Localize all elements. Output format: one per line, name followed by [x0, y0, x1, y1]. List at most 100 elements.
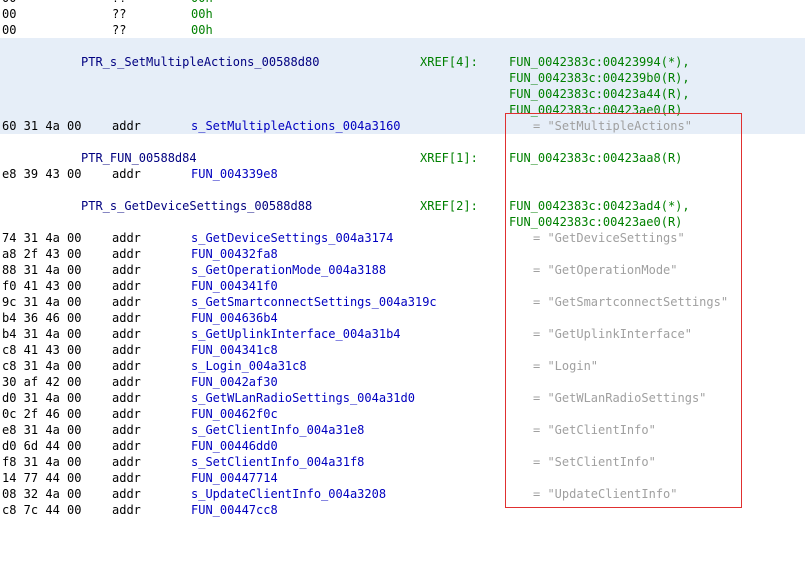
row-operand[interactable]: FUN_004341f0 — [191, 278, 278, 294]
row-bytes: f8 31 4a 00 — [2, 455, 82, 469]
xref-row[interactable]: FUN_0042383c:00423ae0(R) — [0, 214, 805, 230]
row-bytes: c8 31 4a 00 — [2, 359, 82, 373]
row-bytes: f0 41 43 00 — [2, 279, 82, 293]
xref-entry[interactable]: FUN_0042383c:00423a44(R), — [509, 86, 690, 102]
row-operand[interactable]: s_Login_004a31c8 — [191, 358, 307, 374]
xref-entry[interactable]: FUN_0042383c:00423ad4(*), — [509, 198, 690, 214]
row-operand[interactable]: FUN_00447714 — [191, 470, 278, 486]
row-comment: = "SetClientInfo" — [533, 455, 656, 469]
row-operand[interactable]: s_UpdateClientInfo_004a3208 — [191, 486, 386, 502]
listing-row[interactable]: c8 7c 44 00 addr FUN_00447cc8 — [0, 502, 805, 518]
row-bytes: c8 7c 44 00 — [2, 503, 82, 517]
listing-row[interactable]: 88 31 4a 00 addr s_GetOperationMode_004a… — [0, 262, 805, 278]
row-comment: = "Login" — [533, 359, 599, 373]
row-mnemonic: addr — [112, 455, 141, 469]
row-operand[interactable]: s_GetWLanRadioSettings_004a31d0 — [191, 390, 415, 406]
listing-row[interactable]: e8 31 4a 00 addr s_GetClientInfo_004a31e… — [0, 422, 805, 438]
row-mnemonic: ?? — [112, 7, 127, 21]
row-mnemonic: addr — [112, 263, 141, 277]
row-mnemonic: addr — [112, 247, 141, 261]
listing-row[interactable]: a8 2f 43 00 addr FUN_00432fa8 — [0, 246, 805, 262]
row-bytes: e8 39 43 00 — [2, 167, 82, 181]
row-mnemonic: addr — [112, 359, 141, 373]
row-mnemonic: addr — [112, 279, 141, 293]
listing-row[interactable]: 00 ?? 00h — [0, 6, 805, 22]
label-name[interactable]: PTR_s_GetDeviceSettings_00588d88 — [81, 198, 312, 214]
row-mnemonic: addr — [112, 343, 141, 357]
row-operand[interactable]: s_SetClientInfo_004a31f8 — [191, 454, 364, 470]
row-mnemonic: addr — [112, 327, 141, 341]
listing-row[interactable]: 30 af 42 00 addr FUN_0042af30 — [0, 374, 805, 390]
row-mnemonic: addr — [112, 487, 141, 501]
row-operand[interactable]: s_GetClientInfo_004a31e8 — [191, 422, 364, 438]
row-operand[interactable]: FUN_00462f0c — [191, 406, 278, 422]
listing-row[interactable]: c8 31 4a 00 addr s_Login_004a31c8 = "Log… — [0, 358, 805, 374]
row-operand[interactable]: FUN_00446dd0 — [191, 438, 278, 454]
listing-row[interactable]: 00 ?? 00h — [0, 22, 805, 38]
listing-row[interactable]: f0 41 43 00 addr FUN_004341f0 — [0, 278, 805, 294]
row-bytes: 14 77 44 00 — [2, 471, 82, 485]
row-comment: = "GetUplinkInterface" — [533, 327, 692, 341]
row-bytes: 0c 2f 46 00 — [2, 407, 82, 421]
row-comment: = "GetClientInfo" — [533, 423, 656, 437]
xref-entry[interactable]: FUN_0042383c:00423ae0(R) — [509, 214, 682, 230]
row-operand[interactable]: FUN_004341c8 — [191, 342, 278, 358]
row-mnemonic: addr — [112, 423, 141, 437]
row-operand[interactable]: 00h — [191, 22, 213, 38]
row-operand[interactable]: FUN_00447cc8 — [191, 502, 278, 518]
listing-row[interactable]: 0c 2f 46 00 addr FUN_00462f0c — [0, 406, 805, 422]
row-operand[interactable]: FUN_004339e8 — [191, 166, 278, 182]
listing-row[interactable]: b4 36 46 00 addr FUN_004636b4 — [0, 310, 805, 326]
listing-row[interactable]: c8 41 43 00 addr FUN_004341c8 — [0, 342, 805, 358]
label-name[interactable]: PTR_s_SetMultipleActions_00588d80 — [81, 54, 319, 70]
listing-row[interactable]: e8 39 43 00 addr FUN_004339e8 — [0, 166, 805, 182]
listing-row[interactable]: b4 31 4a 00 addr s_GetUplinkInterface_00… — [0, 326, 805, 342]
row-mnemonic: addr — [112, 295, 141, 309]
row-comment: = "SetMultipleActions" — [533, 119, 692, 133]
listing-row[interactable]: 74 31 4a 00 addr s_GetDeviceSettings_004… — [0, 230, 805, 246]
row-bytes: 74 31 4a 00 — [2, 231, 82, 245]
row-operand[interactable]: s_GetOperationMode_004a3188 — [191, 262, 386, 278]
row-bytes: b4 31 4a 00 — [2, 327, 82, 341]
xref-entry[interactable]: FUN_0042383c:00423ae0(R) — [509, 102, 682, 118]
xref-entry[interactable]: FUN_0042383c:00423aa8(R) — [509, 150, 682, 166]
listing-row[interactable]: 60 31 4a 00 addr s_SetMultipleActions_00… — [0, 118, 805, 134]
row-comment: = "GetWLanRadioSettings" — [533, 391, 707, 405]
row-bytes: 30 af 42 00 — [2, 375, 82, 389]
row-mnemonic: addr — [112, 439, 141, 453]
label-name[interactable]: PTR_FUN_00588d84 — [81, 150, 197, 166]
listing-row[interactable]: 14 77 44 00 addr FUN_00447714 — [0, 470, 805, 486]
xref-entry[interactable]: FUN_0042383c:00423994(*), — [509, 54, 690, 70]
row-mnemonic: addr — [112, 375, 141, 389]
label-row[interactable]: PTR_s_GetDeviceSettings_00588d88 XREF[2]… — [0, 198, 805, 214]
listing-row[interactable]: f8 31 4a 00 addr s_SetClientInfo_004a31f… — [0, 454, 805, 470]
row-comment: = "UpdateClientInfo" — [533, 487, 678, 501]
listing-row[interactable]: d0 31 4a 00 addr s_GetWLanRadioSettings_… — [0, 390, 805, 406]
row-operand[interactable]: FUN_004636b4 — [191, 310, 278, 326]
listing-row[interactable]: 08 32 4a 00 addr s_UpdateClientInfo_004a… — [0, 486, 805, 502]
row-bytes: b4 36 46 00 — [2, 311, 82, 325]
row-bytes: 00 — [2, 23, 17, 37]
xref-row[interactable]: FUN_0042383c:004239b0(R), — [0, 70, 805, 86]
row-operand[interactable]: s_GetDeviceSettings_004a3174 — [191, 230, 393, 246]
xref-row[interactable]: FUN_0042383c:00423ae0(R) — [0, 102, 805, 118]
row-operand[interactable]: FUN_00432fa8 — [191, 246, 278, 262]
row-mnemonic: addr — [112, 471, 141, 485]
listing-row[interactable]: 9c 31 4a 00 addr s_GetSmartconnectSettin… — [0, 294, 805, 310]
row-operand[interactable]: FUN_0042af30 — [191, 374, 278, 390]
xref-entry[interactable]: FUN_0042383c:004239b0(R), — [509, 70, 690, 86]
xref-row[interactable]: FUN_0042383c:00423a44(R), — [0, 86, 805, 102]
listing-row[interactable]: d0 6d 44 00 addr FUN_00446dd0 — [0, 438, 805, 454]
row-comment: = "GetOperationMode" — [533, 263, 678, 277]
xref-tag: XREF[1]: — [420, 151, 478, 165]
row-operand[interactable]: s_GetUplinkInterface_004a31b4 — [191, 326, 401, 342]
row-bytes: 60 31 4a 00 — [2, 119, 82, 133]
label-row[interactable]: PTR_s_SetMultipleActions_00588d80 XREF[4… — [0, 54, 805, 70]
row-mnemonic: addr — [112, 407, 141, 421]
row-mnemonic: addr — [112, 311, 141, 325]
row-bytes: e8 31 4a 00 — [2, 423, 82, 437]
row-operand[interactable]: s_SetMultipleActions_004a3160 — [191, 118, 401, 134]
row-operand[interactable]: 00h — [191, 6, 213, 22]
row-operand[interactable]: s_GetSmartconnectSettings_004a319c — [191, 294, 437, 310]
label-row[interactable]: PTR_FUN_00588d84 XREF[1]: FUN_0042383c:0… — [0, 150, 805, 166]
